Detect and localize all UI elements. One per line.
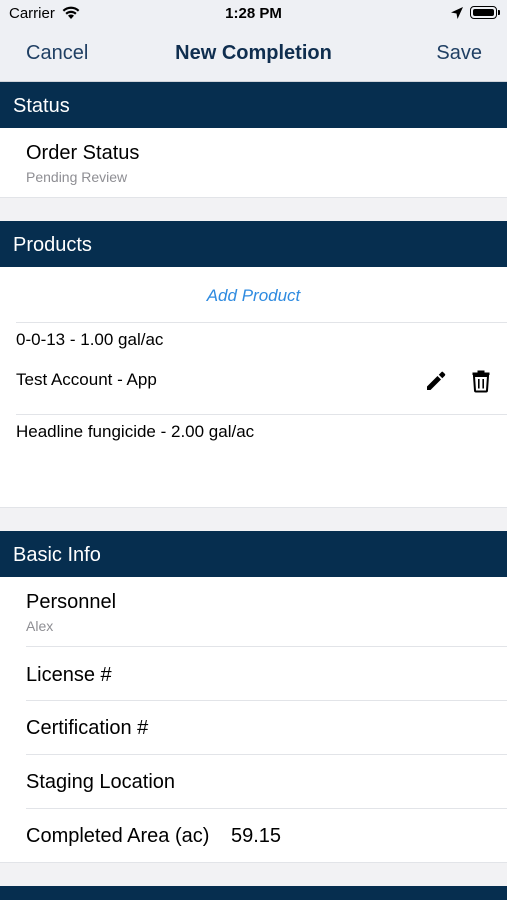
status-bar: Carrier 1:28 PM: [0, 0, 507, 28]
trash-icon[interactable]: [468, 368, 494, 394]
order-status-label: Order Status: [26, 142, 140, 164]
section-header-status: Status: [0, 82, 507, 128]
personnel-value: Alex: [26, 618, 54, 634]
license-label: License #: [26, 664, 112, 686]
section-title: Products: [13, 234, 92, 256]
completed-area-value[interactable]: 59.15: [231, 825, 281, 848]
add-product-button[interactable]: Add Product: [0, 286, 507, 306]
battery-icon: [470, 6, 497, 19]
certification-label: Certification #: [26, 717, 149, 739]
location-arrow-icon: [450, 6, 464, 24]
section-title: Basic Info: [13, 544, 101, 566]
product-account: Test Account - App: [16, 370, 157, 389]
navigation-bar: Cancel New Completion Save: [0, 28, 507, 82]
divider: [16, 322, 507, 323]
order-status-row[interactable]: Order Status Pending Review: [0, 128, 507, 197]
staging-location-row[interactable]: Staging Location: [0, 755, 507, 808]
section-spacer: [0, 508, 507, 531]
section-spacer: [0, 863, 507, 886]
personnel-label: Personnel: [26, 591, 117, 613]
section-spacer: [0, 198, 507, 221]
product-name: 0-0-13 - 1.00 gal/ac: [16, 330, 164, 349]
divider: [16, 414, 507, 415]
completed-area-label: Completed Area (ac): [26, 825, 210, 847]
clock: 1:28 PM: [225, 5, 282, 22]
section-title: Status: [13, 95, 70, 117]
section-header-basic-info: Basic Info: [0, 531, 507, 577]
battery-tip: [498, 10, 500, 15]
save-button[interactable]: Save: [436, 42, 482, 65]
cancel-button[interactable]: Cancel: [26, 42, 88, 65]
certification-row[interactable]: Certification #: [0, 701, 507, 754]
order-status-value: Pending Review: [26, 169, 128, 185]
license-row[interactable]: License #: [0, 647, 507, 700]
personnel-row[interactable]: Personnel Alex: [0, 577, 507, 646]
product-name: Headline fungicide - 2.00 gal/ac: [16, 422, 255, 441]
completed-area-row[interactable]: Completed Area (ac) 59.15: [0, 809, 507, 862]
pencil-icon[interactable]: [423, 368, 449, 394]
section-header-next: [0, 886, 507, 900]
staging-location-label: Staging Location: [26, 771, 176, 793]
section-header-products: Products: [0, 221, 507, 267]
